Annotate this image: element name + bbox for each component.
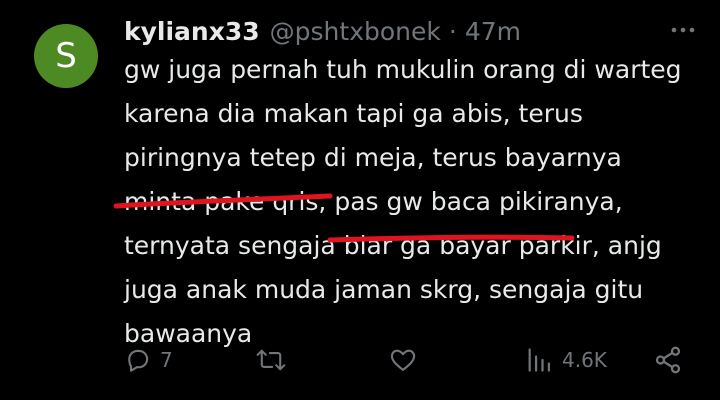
views-icon bbox=[524, 346, 554, 374]
reply-count: 7 bbox=[160, 348, 173, 372]
tweet-text: gw juga pernah tuh mukulin orang di wart… bbox=[124, 55, 682, 348]
separator-dot: · bbox=[448, 16, 457, 46]
reply-button[interactable]: 7 bbox=[124, 338, 173, 382]
avatar[interactable]: S bbox=[34, 24, 98, 88]
views-button[interactable]: 4.6K bbox=[524, 338, 607, 382]
retweet-icon bbox=[256, 346, 286, 374]
display-name[interactable]: kylianx33 bbox=[124, 17, 260, 46]
more-options-icon[interactable] bbox=[670, 20, 696, 40]
tweet-header: kylianx33 @pshtxbonek · 47m bbox=[124, 14, 521, 48]
reply-icon bbox=[124, 346, 152, 374]
retweet-button[interactable] bbox=[256, 338, 294, 382]
user-handle[interactable]: @pshtxbonek bbox=[270, 17, 441, 46]
tweet-actions: 7 4.6K bbox=[0, 338, 720, 382]
share-icon bbox=[652, 345, 684, 375]
like-icon bbox=[388, 346, 418, 374]
timestamp[interactable]: 47m bbox=[465, 17, 521, 46]
share-button[interactable] bbox=[652, 338, 684, 382]
like-button[interactable] bbox=[388, 338, 426, 382]
views-count: 4.6K bbox=[562, 348, 607, 372]
